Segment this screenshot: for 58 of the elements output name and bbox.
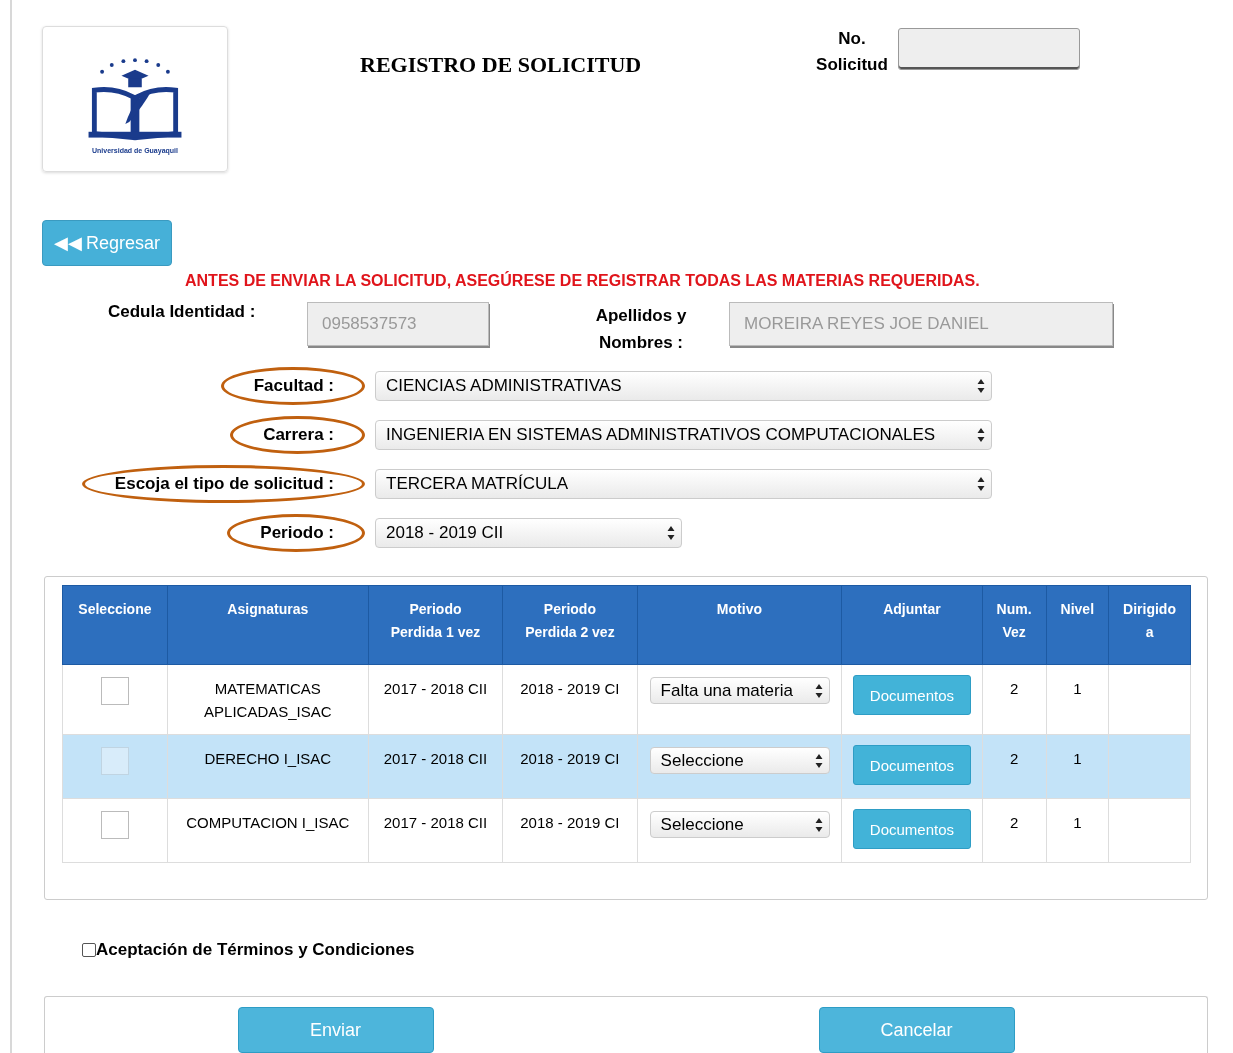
column-header: Motivo	[637, 585, 842, 665]
field-label: Facultad :	[220, 367, 365, 405]
column-header: Periodo Perdida 1 vez	[368, 585, 503, 665]
name-field[interactable]: MOREIRA REYES JOE DANIEL	[729, 302, 1113, 346]
table-cell: 2018 - 2019 CI	[502, 734, 638, 799]
table-cell: 2	[982, 798, 1047, 863]
table-cell: 2018 - 2019 CI	[502, 664, 638, 735]
select-caret-icon	[814, 816, 823, 833]
send-button[interactable]: Enviar	[237, 1007, 434, 1053]
column-header: Seleccione	[62, 585, 168, 665]
select-caret-icon	[814, 682, 823, 699]
name-label: Apellidos y Nombres :	[594, 305, 688, 354]
column-header: Num. Vez	[982, 585, 1047, 665]
dropdown[interactable]: 2018 - 2019 CII	[375, 518, 682, 548]
id-label: Cedula Identidad :	[108, 302, 257, 322]
table-cell: 1	[1046, 798, 1109, 863]
table-cell: COMPUTACION I_ISAC	[167, 798, 369, 863]
column-header: Dirigido a	[1108, 585, 1191, 665]
column-header: Nivel	[1046, 585, 1109, 665]
request-number-field[interactable]	[898, 28, 1080, 70]
select-caret-icon	[977, 427, 985, 443]
table-cell: 2017 - 2018 CII	[368, 664, 503, 735]
row-checkbox[interactable]	[100, 677, 129, 705]
table-cell: 1	[1046, 664, 1109, 735]
request-number-label: No. Solicitud	[815, 28, 889, 76]
back-button[interactable]: ◀◀ Regresar	[42, 220, 172, 266]
warning-message: ANTES DE ENVIAR LA SOLICITUD, ASEGÚRESE DE REGISTRAR TODAS LAS MATERIAS REQUERIDAS.	[185, 272, 981, 290]
cancel-button[interactable]: Cancelar	[818, 1007, 1015, 1053]
row-checkbox[interactable]	[100, 811, 129, 839]
documents-button[interactable]: Documentos	[852, 675, 971, 715]
table-cell: 2	[982, 734, 1047, 799]
table-cell: DERECHO I_ISAC	[167, 734, 369, 799]
column-header: Periodo Perdida 2 vez	[502, 585, 638, 665]
terms-label: Aceptación de Términos y Condiciones	[96, 940, 415, 960]
page-title: REGISTRO DE SOLICITUD	[360, 52, 643, 78]
column-header: Asignaturas	[167, 585, 369, 665]
field-label: Periodo :	[227, 514, 365, 552]
field-label: Carrera :	[230, 416, 365, 454]
table-cell: MATEMATICAS APLICADAS_ISAC	[167, 664, 369, 735]
dropdown[interactable]: INGENIERIA EN SISTEMAS ADMINISTRATIVOS COMPUTACIONALES	[375, 420, 992, 450]
documents-button[interactable]: Documentos	[852, 809, 971, 849]
select-caret-icon	[977, 378, 985, 394]
id-field[interactable]: 0958537573	[307, 302, 489, 346]
terms-checkbox[interactable]	[82, 943, 96, 957]
reason-dropdown[interactable]: Seleccione	[649, 811, 830, 838]
select-caret-icon	[977, 476, 985, 492]
field-label: Escoja el tipo de solicitud :	[81, 465, 365, 503]
table-cell: 1	[1046, 734, 1109, 799]
table-cell: 2017 - 2018 CII	[368, 734, 503, 799]
dropdown[interactable]: TERCERA MATRÍCULA	[375, 469, 992, 499]
select-caret-icon	[814, 752, 823, 769]
reason-dropdown[interactable]: Falta una materia	[649, 677, 830, 704]
table-cell: 2017 - 2018 CII	[368, 798, 503, 863]
select-caret-icon	[667, 525, 675, 541]
dropdown[interactable]: CIENCIAS ADMINISTRATIVAS	[375, 371, 992, 401]
column-header: Adjuntar	[841, 585, 983, 665]
table-cell: 2018 - 2019 CI	[502, 798, 638, 863]
table-cell: 2	[982, 664, 1047, 735]
